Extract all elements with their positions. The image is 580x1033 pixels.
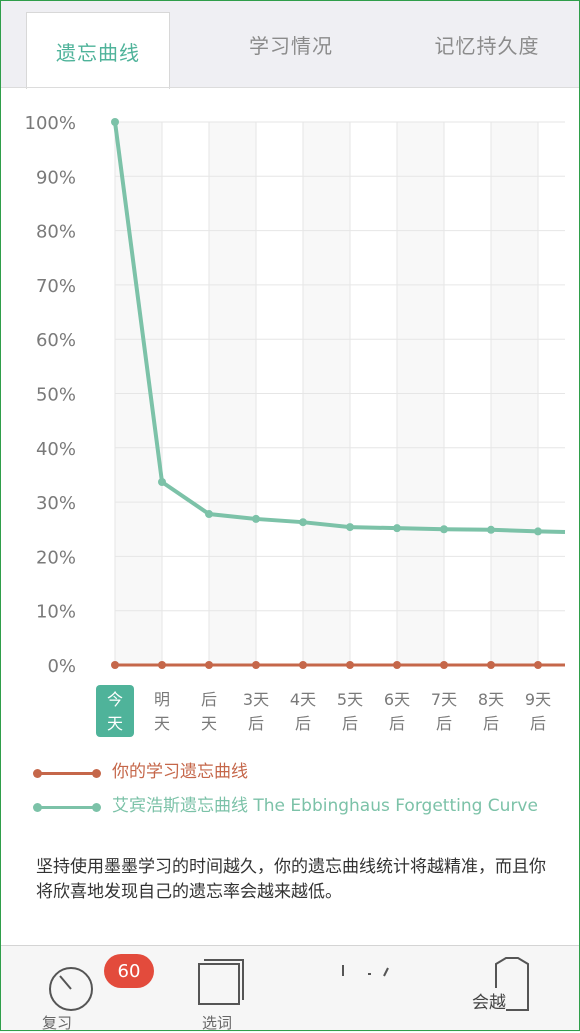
tab-bar: 遗忘曲线 学习情况 记忆持久度: [0, 0, 580, 89]
nav-more-label: 会越: [472, 988, 506, 1013]
x-tick-label: 7天: [431, 690, 457, 709]
nav-select-words[interactable]: 选词: [180, 946, 290, 1032]
series-point-1: [205, 510, 213, 519]
description-text: 坚持使用墨墨学习的时间越久，你的遗忘曲线统计将越精准，而且你将欣喜地发现自己的遗…: [36, 857, 546, 902]
legend-swatch-user: [33, 769, 101, 778]
nav-middle[interactable]: [330, 946, 410, 1032]
series-point-1: [346, 523, 354, 532]
x-tick-label: 天: [107, 714, 123, 733]
nav-review-label: 复习: [42, 1014, 73, 1032]
series-point-0: [440, 661, 448, 669]
x-tick-label: 明: [154, 690, 170, 709]
y-tick-label: 90%: [36, 167, 76, 188]
tab-divider: [0, 87, 580, 88]
forgetting-curve-chart: 100%90%80%70%60%50%40%30%20%10%0%今天明天后天3…: [25, 113, 566, 737]
legend-label-user: 你的学习遗忘曲线: [112, 762, 248, 782]
x-tick-label: 后: [201, 690, 217, 709]
x-tick-label: 5天: [337, 690, 363, 709]
x-tick-label: 后: [248, 714, 264, 733]
series-point-1: [158, 478, 166, 487]
y-tick-label: 20%: [36, 547, 76, 568]
tab-memory-durability[interactable]: 记忆持久度: [392, 0, 580, 88]
x-tick-label: 今: [107, 690, 123, 709]
series-point-0: [346, 661, 354, 669]
series-point-1: [252, 514, 260, 523]
y-tick-label: 10%: [36, 602, 76, 623]
legend-swatch-ebbinghaus: [33, 803, 101, 812]
x-tick-label: 后: [530, 714, 546, 733]
series-point-1: [393, 524, 401, 533]
x-tick-label: 8天: [478, 690, 504, 709]
x-tick-label: 后: [389, 714, 405, 733]
nav-more[interactable]: 会越: [460, 946, 570, 1032]
nav-select-label: 选词: [202, 1014, 233, 1032]
x-tick-label: 后: [483, 714, 499, 733]
tab-study-status[interactable]: 学习情况: [196, 0, 386, 88]
bottom-nav: 60 复习 选词 会越: [0, 945, 580, 1032]
tab-forgetting-curve[interactable]: 遗忘曲线: [26, 12, 170, 89]
series-point-0: [393, 661, 401, 669]
series-point-0: [299, 661, 307, 669]
x-tick-label: 天: [154, 714, 170, 733]
series-point-0: [111, 661, 119, 669]
x-tick-label: 6天: [384, 690, 410, 709]
x-tick-label: 后: [295, 714, 311, 733]
series-point-1: [534, 527, 542, 536]
y-tick-label: 0%: [47, 656, 76, 677]
y-tick-label: 50%: [36, 385, 76, 406]
x-tick-label: 3天: [243, 690, 269, 709]
review-count-badge: 60: [104, 954, 154, 988]
series-point-1: [487, 525, 495, 534]
x-tick-label: 4天: [290, 690, 316, 709]
series-point-0: [487, 661, 495, 669]
legend-label-ebbinghaus: 艾宾浩斯遗忘曲线 The Ebbinghaus Forgetting Curve: [112, 796, 538, 816]
y-tick-label: 40%: [36, 439, 76, 460]
nav-review[interactable]: 60 复习: [20, 946, 154, 1032]
x-tick-label: 9天: [525, 690, 551, 709]
x-tick-label: 后: [342, 714, 358, 733]
y-tick-label: 70%: [36, 276, 76, 297]
loading-icon: [342, 965, 389, 977]
series-point-0: [534, 661, 542, 669]
series-point-0: [252, 661, 260, 669]
y-tick-label: 60%: [36, 330, 76, 351]
y-tick-label: 30%: [36, 493, 76, 514]
series-point-1: [440, 525, 448, 534]
series-point-1: [299, 518, 307, 527]
series-point-0: [158, 661, 166, 669]
cards-icon: [198, 959, 244, 1005]
x-tick-label: 天: [201, 714, 217, 733]
x-tick-label: 后: [436, 714, 452, 733]
y-tick-label: 80%: [36, 222, 76, 243]
y-tick-label: 100%: [25, 113, 76, 134]
series-point-0: [205, 661, 213, 669]
timer-icon: [49, 967, 93, 1011]
series-point-1: [111, 118, 119, 126]
